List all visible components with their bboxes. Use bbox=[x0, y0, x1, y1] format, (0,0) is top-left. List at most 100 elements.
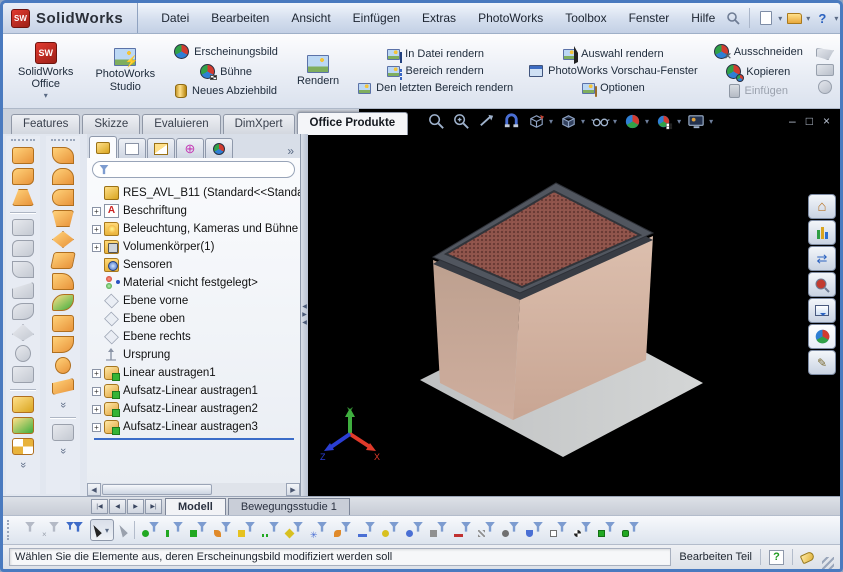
apply-scene-dropdown[interactable]: ▾ bbox=[677, 117, 681, 126]
scene-button[interactable]: Bühne bbox=[197, 63, 255, 80]
surface-tool-icon[interactable] bbox=[52, 147, 74, 164]
menu-toolbox[interactable]: Toolbox bbox=[556, 7, 615, 29]
taskpane-custom-properties-button[interactable]: ✎ bbox=[808, 350, 836, 375]
render-selection-button[interactable]: Auswahl rendern bbox=[560, 47, 667, 61]
selection-filter-icon[interactable] bbox=[550, 522, 567, 538]
expand-box[interactable]: + bbox=[92, 423, 101, 432]
selection-filter-icon[interactable] bbox=[454, 522, 471, 538]
tree-filter-input[interactable] bbox=[92, 161, 295, 178]
office-dropdown[interactable]: ▾ bbox=[44, 91, 48, 100]
edit-appearance-dropdown[interactable]: ▾ bbox=[645, 117, 649, 126]
tab-features[interactable]: Features bbox=[11, 114, 80, 134]
hide-show-dropdown[interactable]: ▾ bbox=[613, 117, 617, 126]
section-view-icon[interactable] bbox=[502, 112, 521, 131]
filter-toggle-icon[interactable] bbox=[66, 522, 83, 538]
tree-item[interactable]: + Volumenkörper(1) bbox=[92, 238, 300, 256]
bearing-tool-icon[interactable] bbox=[816, 64, 834, 76]
taskpane-file-explorer-button[interactable]: ⇄ bbox=[808, 246, 836, 271]
filter-vertices-icon[interactable] bbox=[142, 522, 159, 538]
scrollbar-thumb[interactable] bbox=[102, 484, 212, 495]
next-tab-button[interactable]: ▶ bbox=[127, 499, 144, 514]
zoom-to-fit-icon[interactable] bbox=[427, 112, 446, 131]
tree-item[interactable]: Ebene oben bbox=[92, 310, 300, 328]
tree-item[interactable]: + A Beschriftung bbox=[92, 202, 300, 220]
tree-root[interactable]: RES_AVL_B11 (Standard<<Standard bbox=[92, 184, 300, 202]
tab-property-manager[interactable] bbox=[118, 138, 146, 158]
taskpane-appearances-button[interactable] bbox=[808, 324, 836, 349]
select-cursor-button[interactable]: ▾ bbox=[90, 519, 114, 541]
scroll-left-button[interactable]: ◀ bbox=[87, 483, 101, 496]
toolbar-grip[interactable] bbox=[51, 139, 75, 143]
surface-tool-icon[interactable] bbox=[52, 231, 74, 248]
tree-item[interactable]: Ebene rechts bbox=[92, 328, 300, 346]
copy-button[interactable]: Kopieren bbox=[723, 63, 793, 80]
tree-item[interactable]: + Beleuchtung, Kameras und Bühne bbox=[92, 220, 300, 238]
quick-tips-icon[interactable]: ? bbox=[769, 550, 784, 565]
doc-close-button[interactable]: × bbox=[823, 114, 830, 128]
render-last-area-button[interactable]: Den letzten Bereich rendern bbox=[355, 81, 516, 95]
tab-dimxpert[interactable]: DimXpert bbox=[223, 114, 295, 134]
new-document-dropdown[interactable]: ▾ bbox=[778, 14, 782, 23]
collapse-arrow[interactable]: ◀ bbox=[302, 305, 307, 310]
apply-scene-icon[interactable] bbox=[655, 112, 674, 131]
view-orientation-dropdown[interactable]: ▾ bbox=[549, 117, 553, 126]
menu-einfuegen[interactable]: Einfügen bbox=[344, 7, 409, 29]
features-tool-icon[interactable] bbox=[12, 189, 34, 206]
surface-tool-icon[interactable] bbox=[55, 357, 71, 374]
menu-hilfe[interactable]: Hilfe bbox=[682, 7, 724, 29]
wheel-tool-icon[interactable] bbox=[818, 80, 832, 94]
selection-filter-icon[interactable] bbox=[526, 522, 543, 538]
filter-edges-icon[interactable] bbox=[166, 522, 183, 538]
surface-tool-icon[interactable] bbox=[52, 336, 74, 353]
tree-item[interactable]: Ebene vorne bbox=[92, 292, 300, 310]
tab-configuration-manager[interactable] bbox=[147, 138, 175, 158]
help-dropdown[interactable]: ▾ bbox=[834, 14, 838, 23]
tree-item[interactable]: + Aufsatz-Linear austragen3 bbox=[92, 418, 300, 436]
view-settings-icon[interactable] bbox=[687, 112, 706, 131]
tab-bewegungsstudie[interactable]: Bewegungsstudie 1 bbox=[228, 498, 350, 515]
tab-display-manager[interactable] bbox=[205, 138, 233, 158]
expand-box[interactable]: + bbox=[92, 243, 101, 252]
expand-arrow[interactable]: ▶ bbox=[302, 313, 307, 318]
menu-extras[interactable]: Extras bbox=[413, 7, 465, 29]
filter-surface-bodies-icon[interactable] bbox=[214, 522, 231, 538]
surface-tool-icon[interactable] bbox=[52, 378, 74, 395]
collapse-arrow[interactable]: ◀ bbox=[302, 321, 307, 326]
menu-datei[interactable]: Datei bbox=[152, 7, 198, 29]
selection-filter-icon[interactable] bbox=[502, 522, 519, 538]
previous-view-icon[interactable] bbox=[477, 112, 496, 131]
toolbar-grip[interactable] bbox=[11, 139, 35, 143]
first-tab-button[interactable]: |◀ bbox=[91, 499, 108, 514]
selection-filter-icon[interactable] bbox=[574, 522, 591, 538]
features-tool-icon[interactable] bbox=[12, 438, 34, 455]
surface-tool-icon[interactable] bbox=[52, 210, 74, 227]
search-icon[interactable] bbox=[724, 9, 742, 27]
appearance-button[interactable]: Erscheinungsbild bbox=[171, 43, 281, 60]
features-tool-icon[interactable] bbox=[12, 147, 34, 164]
panel-tabs-overflow-chevron[interactable]: » bbox=[283, 144, 298, 158]
tree-item[interactable]: + Linear austragen1 bbox=[92, 364, 300, 382]
features-tool-icon[interactable] bbox=[12, 168, 34, 185]
zoom-to-area-icon[interactable] bbox=[452, 112, 471, 131]
render-area-button[interactable]: Bereich rendern bbox=[384, 64, 486, 78]
graphics-viewport[interactable]: Y X Z ⌂ ⇄ ✎ bbox=[308, 134, 840, 496]
surface-tool-icon[interactable] bbox=[52, 168, 74, 185]
render-to-file-button[interactable]: In Datei rendern bbox=[384, 47, 487, 61]
surface-tool-icon[interactable] bbox=[52, 273, 74, 290]
tree-item[interactable]: Ursprung bbox=[92, 346, 300, 364]
tab-skizze[interactable]: Skizze bbox=[82, 114, 140, 134]
expand-box[interactable]: + bbox=[92, 207, 101, 216]
resize-grip[interactable] bbox=[822, 557, 834, 569]
surface-tool-icon[interactable] bbox=[52, 189, 74, 206]
expand-box[interactable]: + bbox=[92, 405, 101, 414]
preview-window-button[interactable]: PhotoWorks Vorschau-Fenster bbox=[526, 64, 701, 78]
help-icon[interactable]: ? bbox=[813, 9, 831, 27]
rollback-bar[interactable] bbox=[94, 438, 294, 440]
select-dropdown[interactable]: ▾ bbox=[105, 526, 109, 535]
tab-featuremanager-tree[interactable] bbox=[89, 136, 117, 158]
solidworks-office-button[interactable]: SW SolidWorks Office ▾ bbox=[12, 40, 79, 102]
tree-item[interactable]: Sensoren bbox=[92, 256, 300, 274]
open-document-icon[interactable] bbox=[785, 9, 803, 27]
panel-splitter[interactable]: ◀ ▶ ◀ bbox=[301, 134, 308, 496]
tab-dimxpert-manager[interactable]: ⊕ bbox=[176, 138, 204, 158]
